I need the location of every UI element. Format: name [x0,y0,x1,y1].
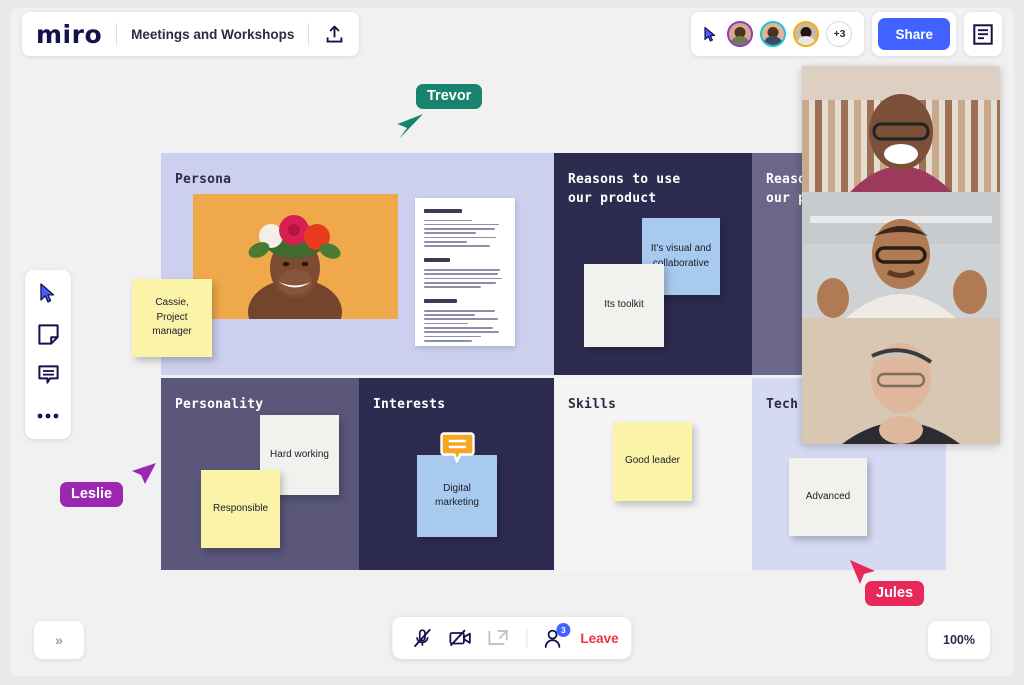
board-canvas[interactable]: Persona Reasons to use our product Reasons… [10,8,1014,676]
board-header-right: +3 Share [691,12,1002,56]
board-header-left: miro Meetings and Workshops [22,12,360,56]
sticky-cassie[interactable]: Cassie, Project manager [132,279,212,357]
sticky-its-toolkit[interactable]: Its toolkit [584,264,664,347]
frame-title: Personality [175,397,264,412]
microphone-muted-icon[interactable] [405,621,439,655]
divider [308,23,310,45]
camera-muted-icon[interactable] [443,621,477,655]
screen-share-icon[interactable] [481,621,515,655]
video-tile-3[interactable] [802,318,1000,444]
leave-call-button[interactable]: Leave [580,631,618,646]
frame-title: Reasons to use our product [568,172,681,206]
persona-photo[interactable] [193,194,398,319]
share-button[interactable]: Share [878,18,950,50]
comment-tool[interactable] [34,361,62,389]
sticky-responsible[interactable]: Responsible [201,470,280,548]
collaborator-avatars[interactable]: +3 [691,12,865,56]
video-tile-2[interactable] [802,192,1000,318]
sticky-advanced[interactable]: Advanced [789,458,867,536]
more-tools-button[interactable] [34,402,62,430]
cursor-trevor-pointer [396,112,426,142]
avatar-overflow-count[interactable]: +3 [826,21,853,47]
participants-count-badge: 3 [556,623,571,637]
share-button-wrap: Share [872,12,956,56]
avatar[interactable] [727,21,754,47]
comment-badge-icon[interactable] [440,432,475,464]
upload-icon[interactable] [323,23,345,45]
frame-title: Skills [568,397,617,412]
cursor-leslie-label: Leslie [60,482,124,507]
video-call-controls: 3 Leave [392,617,632,659]
board-title[interactable]: Meetings and Workshops [131,27,294,42]
persona-research-document[interactable] [415,198,515,346]
expand-panel-button[interactable]: » [34,621,84,659]
divider [116,23,118,45]
select-tool[interactable] [34,279,62,307]
avatar[interactable] [760,21,787,47]
presence-cursor-icon [703,26,720,43]
zoom-level-button[interactable]: 100% [928,621,990,659]
notes-panel-icon[interactable] [964,12,1002,56]
cursor-trevor-label: Trevor [416,84,483,109]
divider [526,628,528,648]
sticky-good-leader[interactable]: Good leader [613,422,692,501]
cursor-leslie-pointer [128,461,158,491]
sticky-digital-marketing[interactable]: Digital marketing [417,455,497,537]
left-toolbar[interactable] [25,270,71,439]
frame-title: Interests [373,397,446,412]
frame-title: Persona [175,172,232,187]
sticky-note-tool[interactable] [34,320,62,348]
participants-icon[interactable]: 3 [538,623,571,653]
cursor-jules-pointer [848,558,878,588]
avatar[interactable] [793,21,820,47]
video-call-tiles[interactable] [802,66,1000,444]
miro-logo[interactable]: miro [36,22,102,47]
video-tile-1[interactable] [802,66,1000,192]
